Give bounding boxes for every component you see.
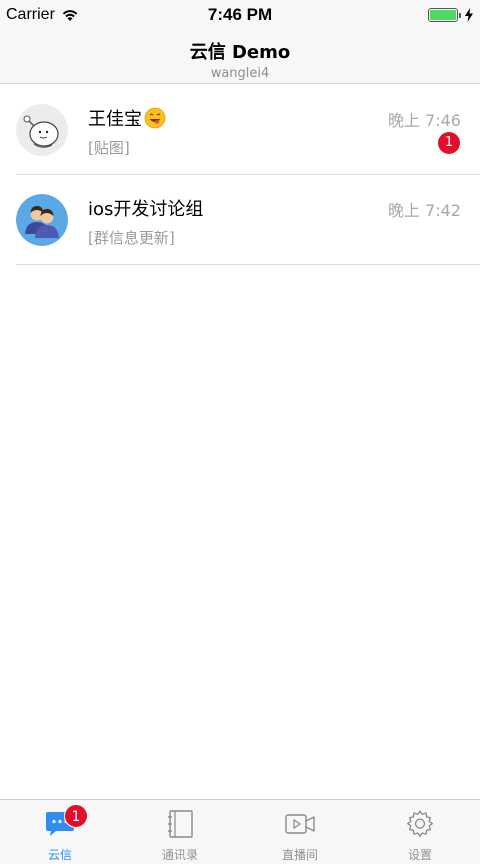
group-avatar [16,194,68,246]
page-subtitle: wanglei4 [210,66,270,81]
tab-unread-badge: 1 [64,804,88,828]
session-time: 晚上 7:46 [387,111,461,130]
session-row[interactable]: ios开发讨论组 [群信息更新] 晚上 7:42 [0,175,480,265]
session-last-message: [贴图] [88,139,130,157]
cartoon-avatar [16,104,68,156]
battery-fill [430,10,456,20]
tab-yunxin[interactable]: 1 云信 [0,800,120,864]
session-last-message: [群信息更新] [88,229,175,247]
session-name: 王佳宝 [88,105,166,131]
tab-settings[interactable]: 设置 [360,800,480,864]
charging-bolt-icon [465,8,473,22]
tab-label: 通讯录 [161,848,198,862]
contacts-book-icon [168,810,193,838]
tab-bar: 1 云信 通讯录 直播间 设置 [0,799,480,864]
tab-live-room[interactable]: 直播间 [240,800,360,864]
unread-badge: 1 [438,132,460,154]
status-bar: Carrier 7:46 PM [0,0,480,30]
status-time: 7:46 PM [207,5,273,24]
session-row[interactable]: 王佳宝 [贴图] 晚上 7:46 1 [0,85,480,175]
session-name: ios开发讨论组 [88,195,203,221]
grinning-tongue-emoji-icon [144,107,166,129]
gear-icon [406,810,434,837]
row-divider [16,264,480,265]
battery-indicator [428,8,474,22]
session-name-text: ios开发讨论组 [88,199,204,220]
tab-label: 设置 [407,848,432,862]
tab-contacts[interactable]: 通讯录 [120,800,240,864]
tab-label: 直播间 [281,848,318,862]
page-title: 云信 Demo [189,42,291,63]
session-list: 王佳宝 [贴图] 晚上 7:46 1 ios开发讨论组 [群信息更新] 晚上 7… [0,85,480,265]
video-camera-icon [285,814,315,834]
tab-label: 云信 [47,848,72,862]
navigation-bar: 云信 Demo wanglei4 [0,30,480,84]
session-name-text: 王佳宝 [88,109,142,130]
session-time: 晚上 7:42 [387,201,461,220]
